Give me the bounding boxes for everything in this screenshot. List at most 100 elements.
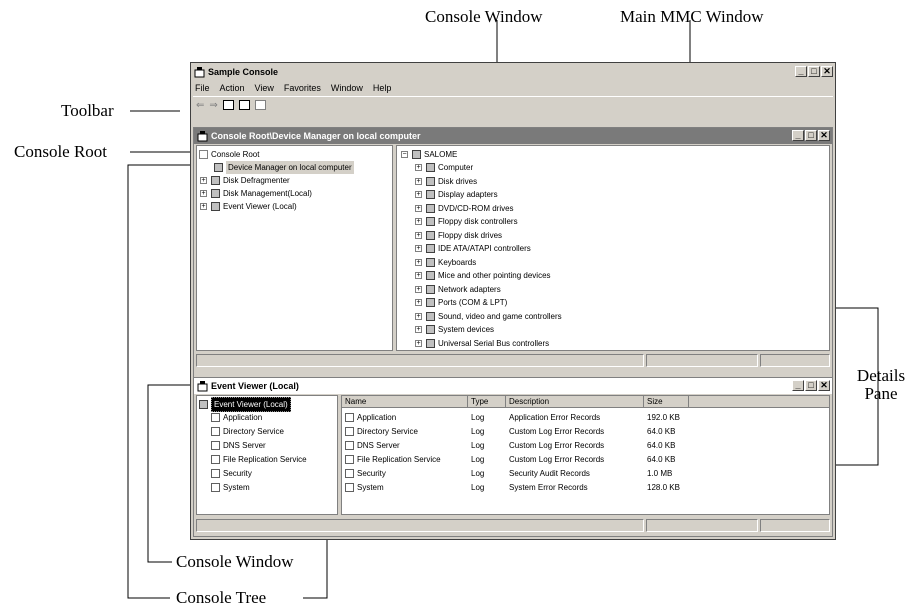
menu-action[interactable]: Action [220, 83, 245, 93]
menu-view[interactable]: View [255, 83, 274, 93]
device-category-label: Computer [438, 163, 474, 172]
help-icon[interactable] [254, 100, 266, 110]
folder-icon [199, 150, 208, 159]
column-header-description[interactable]: Description [506, 396, 644, 408]
tree-node-system[interactable]: System [211, 481, 250, 494]
expand-icon[interactable]: + [415, 177, 422, 185]
table-cell-description: Custom Log Error Records [509, 455, 605, 464]
device-root-salome[interactable]: − SALOME [401, 148, 457, 161]
expand-icon[interactable]: + [415, 299, 422, 306]
table-row[interactable]: File Replication Service Log Custom Log Er… [342, 453, 829, 467]
device-category-disk-drives[interactable]: + Disk drives [415, 175, 477, 188]
expand-icon[interactable]: + [415, 191, 422, 198]
tree-node-disk-defragmenter[interactable]: + Disk Defragmenter [200, 174, 290, 187]
table-row[interactable]: Directory Service Log Custom Log Error Rec… [342, 425, 829, 439]
expand-icon[interactable]: + [415, 245, 422, 252]
tree-node-device-manager[interactable]: Device Manager on local computer [214, 161, 354, 174]
expand-icon[interactable]: + [200, 177, 207, 184]
expand-icon[interactable]: + [415, 339, 422, 347]
menu-help[interactable]: Help [373, 83, 392, 93]
column-header-size[interactable]: Size [644, 396, 689, 408]
device-window-controls: _ □ ✕ [792, 130, 830, 141]
device-category-computer[interactable]: + Computer [415, 161, 473, 174]
table-cell-name: File Replication Service [345, 453, 441, 467]
tree-node-disk-management[interactable]: + Disk Management(Local) [200, 187, 312, 200]
device-category-dvd-cd-rom-drives[interactable]: + DVD/CD-ROM drives [415, 202, 514, 215]
event-window-title: Event Viewer (Local) [211, 381, 299, 391]
minimize-icon[interactable]: _ [792, 380, 804, 391]
column-header-type[interactable]: Type [468, 396, 506, 408]
expand-icon[interactable]: + [415, 204, 422, 212]
tree-node-file-replication-service[interactable]: File Replication Service [211, 453, 307, 466]
disk-drives-icon [426, 176, 435, 186]
expand-icon[interactable]: + [415, 272, 422, 279]
device-category-ide-ata-atapi-controllers[interactable]: + IDE ATA/ATAPI controllers [415, 242, 531, 255]
maximize-icon[interactable]: □ [808, 66, 820, 77]
table-row[interactable]: Security Log Security Audit Records 1.0 MB [342, 467, 829, 481]
column-header-name[interactable]: Name [342, 396, 468, 408]
callout-details-pane: Details Pane [856, 366, 906, 403]
menu-window[interactable]: Window [331, 83, 363, 93]
tree-node-dns-server[interactable]: DNS Server [211, 439, 266, 452]
menu-file[interactable]: File [195, 83, 210, 93]
close-icon[interactable]: ✕ [818, 130, 830, 141]
show-hide-tree-icon[interactable] [222, 100, 234, 110]
tree-node-application[interactable]: Application [211, 411, 262, 424]
device-category-floppy-disk-drives[interactable]: + Floppy disk drives [415, 229, 502, 242]
device-category-network-adapters[interactable]: + Network adapters [415, 283, 501, 296]
log-icon [211, 427, 220, 436]
status-bar-segment-3 [760, 354, 830, 367]
device-category-label: Mice and other pointing devices [438, 271, 551, 280]
expand-icon[interactable]: + [415, 164, 422, 171]
expand-icon[interactable]: + [200, 203, 207, 210]
device-category-label: Floppy disk drives [438, 230, 503, 240]
expand-icon[interactable]: + [200, 190, 207, 197]
device-category-sound-video-and-game-controllers[interactable]: + Sound, video and game controllers [415, 310, 562, 323]
minimize-icon[interactable]: _ [795, 66, 807, 77]
expand-icon[interactable]: + [415, 231, 422, 239]
close-icon[interactable]: ✕ [821, 66, 833, 77]
device-category-ports-com-lpt[interactable]: + Ports (COM & LPT) [415, 296, 507, 309]
collapse-icon[interactable]: − [401, 151, 408, 158]
back-arrow-icon[interactable]: ⇐ [196, 100, 204, 111]
device-category-mice-and-other-pointing-devices[interactable]: + Mice and other pointing devices [415, 269, 551, 282]
expand-icon[interactable]: + [415, 285, 422, 293]
device-category-keyboards[interactable]: + Keyboards [415, 256, 476, 269]
expand-icon[interactable]: + [415, 218, 422, 225]
expand-icon[interactable]: + [415, 312, 422, 320]
table-row[interactable]: Application Log Application Error Records 1… [342, 411, 829, 425]
expand-icon[interactable]: + [415, 258, 422, 266]
tree-node-label: Directory Service [223, 427, 284, 436]
device-category-universal-serial-bus-controllers[interactable]: + Universal Serial Bus controllers [415, 337, 549, 350]
status-bar-segment-3 [760, 519, 830, 532]
tree-node-security[interactable]: Security [211, 467, 252, 480]
log-icon [345, 441, 354, 451]
table-cell-text: Application [357, 413, 397, 422]
tree-node-console-root[interactable]: Console Root [199, 148, 259, 161]
maximize-icon[interactable]: □ [805, 380, 817, 391]
export-list-icon[interactable] [238, 100, 250, 110]
close-icon[interactable]: ✕ [818, 380, 830, 391]
tree-node-label: DNS Server [223, 441, 266, 450]
tree-node-event-viewer-root[interactable]: Event Viewer (Local) [199, 397, 291, 412]
maximize-icon[interactable]: □ [805, 130, 817, 141]
device-category-label: Ports (COM & LPT) [438, 298, 508, 307]
main-title-bar[interactable]: Sample Console _ □ ✕ [191, 64, 835, 80]
table-row[interactable]: System Log System Error Records 128.0 KB [342, 481, 829, 495]
tree-node-label: Application [223, 413, 263, 422]
device-window-title-bar[interactable]: Console Root\Device Manager on local com… [194, 128, 832, 144]
table-cell-type: Log [471, 441, 485, 450]
tree-node-event-viewer[interactable]: + Event Viewer (Local) [200, 200, 297, 213]
forward-arrow-icon[interactable]: ⇒ [209, 100, 217, 111]
event-window-title-bar[interactable]: Event Viewer (Local) _ □ ✕ [194, 378, 832, 394]
device-category-system-devices[interactable]: + System devices [415, 323, 494, 336]
device-category-display-adapters[interactable]: + Display adapters [415, 188, 498, 201]
table-row[interactable]: DNS Server Log Custom Log Error Records 64.… [342, 439, 829, 453]
tree-node-directory-service[interactable]: Directory Service [211, 425, 284, 438]
device-category-floppy-disk-controllers[interactable]: + Floppy disk controllers [415, 215, 518, 228]
expand-icon[interactable]: + [415, 326, 422, 333]
console-icon [197, 380, 208, 392]
event-window-controls: _ □ ✕ [792, 380, 830, 391]
menu-favorites[interactable]: Favorites [284, 83, 321, 93]
minimize-icon[interactable]: _ [792, 130, 804, 141]
